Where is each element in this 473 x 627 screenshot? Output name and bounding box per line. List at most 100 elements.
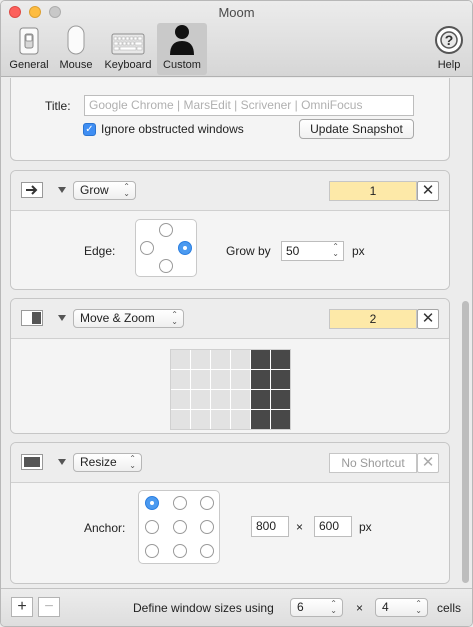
cells-label: cells: [437, 601, 462, 615]
grid-cell[interactable]: [231, 350, 250, 369]
ignore-obstructed-label: Ignore obstructed windows: [101, 122, 244, 136]
grow-action-header: Grow ⌃ ⌄ 1 ✕: [11, 171, 449, 211]
move-zoom-action-panel: Move & Zoom ⌃ ⌄ 2 ✕: [10, 298, 450, 434]
titlebar: Moom General Mouse Keyboard Custom ? Hel…: [1, 1, 472, 77]
toolbar-mouse-label: Mouse: [59, 59, 93, 71]
toolbar-keyboard[interactable]: Keyboard: [100, 23, 156, 75]
grid-cell[interactable]: [251, 390, 270, 409]
title-filter-field[interactable]: Google Chrome | MarsEdit | Scrivener | O…: [84, 95, 414, 116]
edge-right-radio[interactable]: [178, 241, 192, 255]
anchor-center-radio[interactable]: [173, 520, 187, 534]
resize-action-body: Anchor: 800 × 600 px: [11, 483, 449, 583]
add-action-button[interactable]: +: [11, 597, 33, 617]
grid-cell[interactable]: [271, 370, 290, 389]
grid-cell[interactable]: [231, 410, 250, 429]
moom-window: Moom General Mouse Keyboard Custom ? Hel…: [0, 0, 473, 627]
grow-shortcut-field[interactable]: 1: [329, 181, 417, 201]
grid-cell[interactable]: [211, 390, 230, 409]
grid-cell[interactable]: [271, 350, 290, 369]
grow-by-label: Grow by: [226, 244, 271, 258]
grid-cell[interactable]: [171, 350, 190, 369]
popup-arrows-icon: ⌃ ⌄: [171, 310, 178, 326]
toolbar-custom[interactable]: Custom: [157, 23, 207, 75]
edge-left-radio[interactable]: [140, 241, 154, 255]
vertical-scrollbar[interactable]: [462, 301, 469, 583]
grow-action-icon: [21, 182, 43, 198]
popup-arrows-icon: ⌃ ⌄: [330, 599, 337, 615]
grid-cell[interactable]: [271, 410, 290, 429]
toolbar-help-label: Help: [437, 59, 461, 71]
anchor-middle-right-radio[interactable]: [200, 520, 214, 534]
popup-arrows-icon: ⌃ ⌄: [129, 454, 136, 470]
toolbar-help[interactable]: ? Help: [431, 23, 467, 75]
grid-cell[interactable]: [171, 370, 190, 389]
stepper-arrows-icon[interactable]: ⌃ ⌄: [332, 243, 339, 258]
grid-cell[interactable]: [231, 370, 250, 389]
keyboard-icon: [111, 23, 145, 55]
anchor-label: Anchor:: [84, 521, 126, 535]
anchor-middle-left-radio[interactable]: [145, 520, 159, 534]
grid-cell[interactable]: [191, 370, 210, 389]
grid-cell[interactable]: [251, 410, 270, 429]
resize-width-field[interactable]: 800: [251, 516, 289, 537]
grid-cell[interactable]: [171, 390, 190, 409]
grid-cell[interactable]: [231, 390, 250, 409]
grid-cell[interactable]: [211, 370, 230, 389]
grid-cell[interactable]: [171, 410, 190, 429]
remove-action-button[interactable]: −: [38, 597, 60, 617]
grow-by-stepper[interactable]: 50 ⌃ ⌄: [281, 241, 344, 261]
anchor-bottom-right-radio[interactable]: [200, 544, 214, 558]
grid-cell[interactable]: [271, 390, 290, 409]
grid-cell[interactable]: [251, 350, 270, 369]
update-snapshot-button[interactable]: Update Snapshot: [299, 119, 414, 139]
grid-times-sign: ×: [356, 601, 364, 615]
disclosure-triangle-icon[interactable]: [58, 315, 66, 321]
popup-arrows-icon: ⌃ ⌄: [415, 599, 422, 615]
grid-cell[interactable]: [251, 370, 270, 389]
grid-columns-popup[interactable]: 6 ⌃ ⌄: [290, 598, 343, 617]
help-lifebuoy-icon: ?: [434, 23, 464, 55]
move-zoom-action-popup[interactable]: Move & Zoom ⌃ ⌄: [73, 309, 184, 328]
grid-cell[interactable]: [191, 350, 210, 369]
ignore-obstructed-checkbox[interactable]: ✓: [83, 123, 96, 136]
mouse-icon: [67, 23, 85, 55]
resize-action-icon: [21, 454, 43, 470]
move-zoom-grid[interactable]: [170, 349, 291, 430]
edge-bottom-radio[interactable]: [159, 259, 173, 273]
anchor-bottom-left-radio[interactable]: [145, 544, 159, 558]
general-switch-icon: [19, 23, 39, 55]
clear-resize-shortcut-button[interactable]: ✕: [417, 453, 439, 473]
define-sizes-label: Define window sizes using: [133, 601, 274, 615]
move-zoom-shortcut-field[interactable]: 2: [329, 309, 417, 329]
resize-shortcut-field[interactable]: No Shortcut: [329, 453, 417, 473]
move-zoom-action-icon: [21, 310, 43, 326]
grid-rows-popup[interactable]: 4 ⌃ ⌄: [375, 598, 428, 617]
anchor-top-left-radio[interactable]: [145, 496, 159, 510]
grid-cell[interactable]: [211, 410, 230, 429]
anchor-top-center-radio[interactable]: [173, 496, 187, 510]
grid-cell[interactable]: [191, 410, 210, 429]
toolbar-mouse[interactable]: Mouse: [55, 23, 97, 75]
anchor-top-right-radio[interactable]: [200, 496, 214, 510]
disclosure-triangle-icon[interactable]: [58, 459, 66, 465]
actions-list: Title: Google Chrome | MarsEdit | Scrive…: [1, 78, 472, 590]
grid-cell[interactable]: [191, 390, 210, 409]
snapshot-panel: Title: Google Chrome | MarsEdit | Scrive…: [10, 78, 450, 161]
resize-action-popup[interactable]: Resize ⌃ ⌄: [73, 453, 142, 472]
clear-grow-shortcut-button[interactable]: ✕: [417, 181, 439, 201]
edge-top-radio[interactable]: [159, 223, 173, 237]
window-title: Moom: [218, 5, 255, 20]
grow-action-popup[interactable]: Grow ⌃ ⌄: [73, 181, 136, 200]
disclosure-triangle-icon[interactable]: [58, 187, 66, 193]
grid-columns-value: 6: [297, 600, 304, 614]
resize-action-header: Resize ⌃ ⌄ No Shortcut ✕: [11, 443, 449, 483]
resize-action-panel: Resize ⌃ ⌄ No Shortcut ✕ Anchor: 800 × 6…: [10, 442, 450, 584]
toolbar-general-label: General: [9, 59, 49, 71]
move-zoom-action-popup-label: Move & Zoom: [80, 311, 155, 325]
clear-move-zoom-shortcut-button[interactable]: ✕: [417, 309, 439, 329]
toolbar-general[interactable]: General: [7, 23, 51, 75]
resize-height-field[interactable]: 600: [314, 516, 352, 537]
grid-rows-value: 4: [382, 600, 389, 614]
grid-cell[interactable]: [211, 350, 230, 369]
anchor-bottom-center-radio[interactable]: [173, 544, 187, 558]
